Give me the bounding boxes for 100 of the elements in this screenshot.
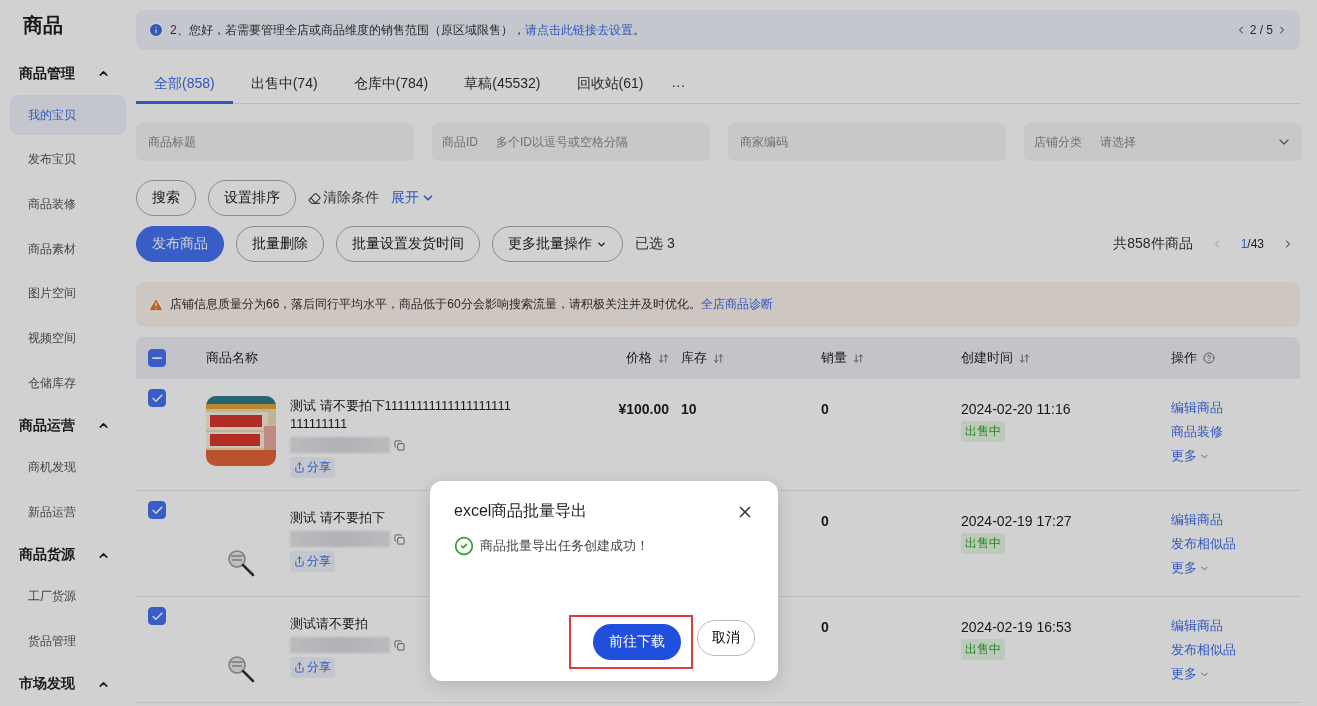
status-tag: 出售中 — [961, 533, 1005, 554]
copy-icon[interactable] — [394, 533, 405, 545]
download-button[interactable]: 前往下载 — [593, 624, 681, 660]
action-link[interactable]: 商品装修 — [1171, 423, 1223, 441]
sidebar-group[interactable]: 商品运营 — [10, 410, 126, 442]
action-link[interactable]: 发布相似品 — [1171, 535, 1236, 553]
column-header: 价格 — [626, 349, 652, 367]
help-icon[interactable] — [1203, 352, 1215, 364]
sales: 0 — [821, 619, 829, 635]
sales: 0 — [821, 401, 829, 417]
dialog-message: 商品批量导出任务创建成功！ — [480, 537, 649, 555]
action-link[interactable]: 编辑商品 — [1171, 399, 1223, 417]
tab[interactable]: 出售中(74) — [232, 66, 336, 104]
diagnosis-link[interactable]: 全店商品诊断 — [700, 297, 773, 311]
product-title: 测试请不要拍 — [290, 615, 368, 633]
filter-field[interactable]: 商家编码 — [728, 123, 1006, 161]
selected-count: 已选 3 — [635, 235, 675, 253]
sidebar-group[interactable]: 市场发现 — [10, 668, 126, 700]
share-icon — [294, 662, 305, 673]
sidebar-group[interactable]: 商品货源 — [10, 539, 126, 571]
total-count: 共858件商品 — [1113, 235, 1193, 253]
eraser-icon — [308, 191, 321, 205]
more-link[interactable]: 更多 — [1171, 665, 1210, 683]
field-label: 店铺分类 — [1034, 133, 1082, 151]
batch-button[interactable]: 批量删除 — [236, 226, 324, 262]
share-button[interactable]: 分享 — [290, 551, 335, 572]
cancel-button[interactable]: 取消 — [697, 620, 755, 656]
sales: 0 — [821, 513, 829, 529]
sidebar-item[interactable]: 仓储库存 — [10, 363, 126, 404]
share-icon — [294, 462, 305, 473]
batch-menu-button[interactable]: 更多批量操作 — [492, 226, 623, 262]
input-field[interactable]: 商家编码 — [738, 134, 996, 150]
sidebar-group[interactable]: 商品管理 — [10, 57, 126, 90]
sort-icon[interactable] — [658, 352, 669, 364]
action-link[interactable]: 编辑商品 — [1171, 511, 1223, 529]
input-field[interactable]: 多个ID以逗号或空格分隔 — [494, 134, 700, 150]
status-tag: 出售中 — [961, 639, 1005, 660]
stock: 10 — [681, 401, 697, 417]
select-all-checkbox[interactable] — [148, 349, 166, 367]
copy-icon[interactable] — [394, 639, 405, 651]
sidebar-item[interactable]: 货品管理 — [10, 621, 126, 662]
check-icon — [150, 609, 164, 623]
success-icon — [454, 536, 474, 556]
product-title: 测试 请不要拍下11111111111111111111 111111111 — [290, 397, 512, 433]
row-checkbox[interactable] — [148, 501, 166, 519]
sort-icon[interactable] — [713, 352, 724, 364]
tab[interactable]: 仓库中(784) — [335, 66, 447, 104]
search-button[interactable]: 搜索 — [136, 180, 196, 216]
column-header: 销量 — [821, 349, 847, 367]
sort-button[interactable]: 设置排序 — [208, 180, 296, 216]
page-title: 商品 — [22, 13, 64, 38]
filter-field[interactable]: 商品标题 — [136, 123, 414, 161]
status-tag: 出售中 — [961, 421, 1005, 442]
created-time: 2024-02-19 17:27 — [961, 513, 1072, 529]
row-checkbox[interactable] — [148, 389, 166, 407]
sidebar-item[interactable]: 发布宝贝 — [10, 140, 126, 180]
publish-button[interactable]: 发布商品 — [136, 226, 224, 262]
settings-link[interactable]: 请点击此链接去设置 — [524, 22, 633, 37]
field-label: 商品ID — [442, 133, 478, 151]
sidebar-item[interactable]: 图片空间 — [10, 274, 126, 314]
input-field[interactable]: 商品标题 — [146, 134, 404, 150]
warning-text: 店铺信息质量分为66，落后同行平均水平，商品低于60分会影响搜索流量，请积极关注并及时优化。全店商品诊断 — [170, 296, 773, 313]
sidebar-item[interactable]: 商品素材 — [10, 229, 126, 270]
check-icon — [150, 391, 164, 405]
expand-button[interactable]: 展开 — [391, 189, 435, 207]
clear-button[interactable]: 清除条件 — [308, 189, 379, 207]
sidebar-item[interactable]: 视频空间 — [10, 318, 126, 359]
created-time: 2024-02-19 16:53 — [961, 619, 1072, 635]
notice-text: 2、您好，若需要管理全店或商品维度的销售范围（原区域限售），请点击此链接去设置。 — [170, 21, 645, 39]
dialog-title: excel商品批量导出 — [454, 501, 588, 521]
batch-button[interactable]: 批量设置发货时间 — [336, 226, 480, 262]
sidebar-item[interactable]: 我的宝贝 — [10, 95, 126, 136]
sidebar-item[interactable]: 工厂货源 — [10, 576, 126, 617]
share-button[interactable]: 分享 — [290, 657, 335, 678]
notice-pager: 2 / 5 — [1249, 23, 1273, 37]
share-button[interactable]: 分享 — [290, 457, 335, 478]
check-icon — [150, 503, 164, 517]
product-title: 测试 请不要拍下 — [290, 509, 385, 527]
sidebar-item[interactable]: 新品运营 — [10, 492, 126, 533]
more-link[interactable]: 更多 — [1171, 447, 1210, 465]
info-icon — [148, 22, 164, 38]
tab[interactable]: 全部(858) — [136, 66, 233, 104]
action-link[interactable]: 编辑商品 — [1171, 617, 1223, 635]
more-link[interactable]: 更多 — [1171, 559, 1210, 577]
magnifier-icon — [226, 654, 256, 684]
sort-icon[interactable] — [853, 352, 864, 364]
select-field[interactable]: 请选择 — [1098, 134, 1260, 150]
row-checkbox[interactable] — [148, 607, 166, 625]
column-header: 创建时间 — [961, 349, 1013, 367]
page-indicator: 1/43 — [1240, 237, 1264, 251]
action-link[interactable]: 发布相似品 — [1171, 641, 1236, 659]
created-time: 2024-02-20 11:16 — [961, 401, 1071, 417]
sidebar-item[interactable]: 商品装修 — [10, 184, 126, 225]
tab[interactable]: 回收站(61) — [558, 66, 662, 104]
column-header: 操作 — [1171, 349, 1197, 367]
sort-icon[interactable] — [1019, 352, 1030, 364]
copy-icon[interactable] — [394, 439, 405, 451]
tab[interactable]: 草稿(45532) — [446, 66, 559, 104]
more-tabs-button[interactable]: ··· — [661, 66, 696, 103]
sidebar-item[interactable]: 商机发现 — [10, 447, 126, 488]
